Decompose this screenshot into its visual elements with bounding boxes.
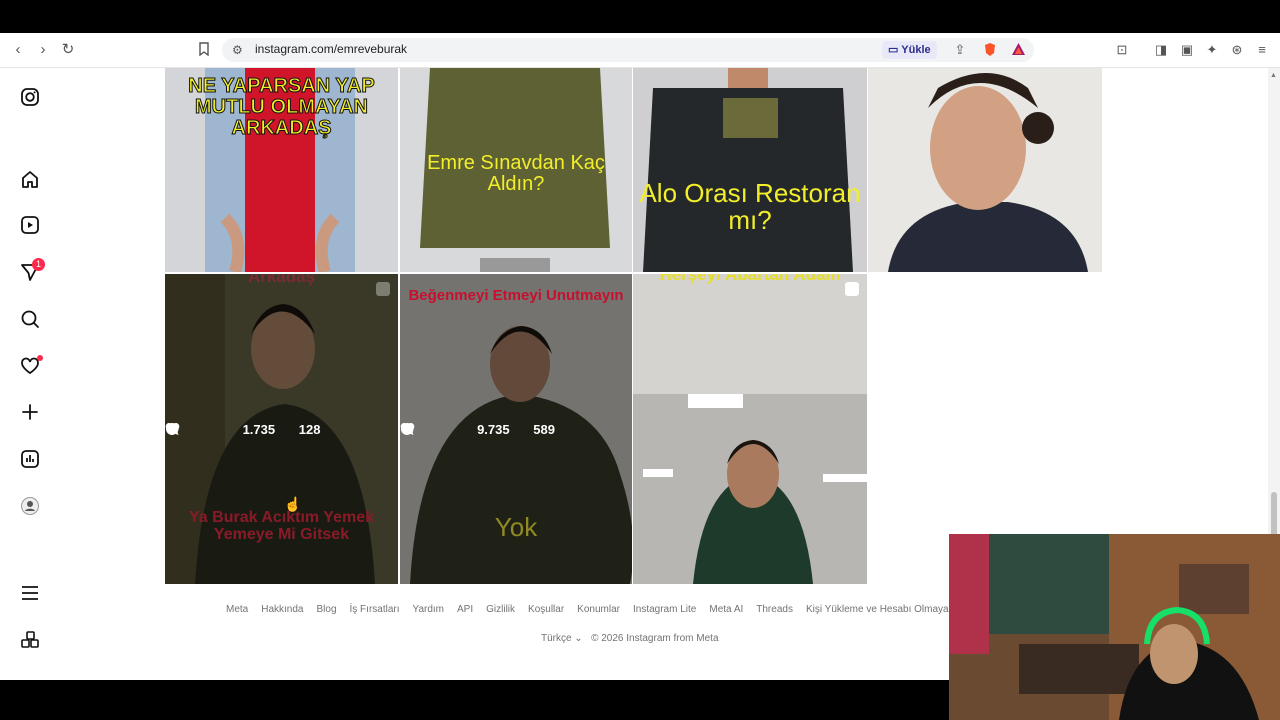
activity-dot <box>37 355 43 361</box>
comment-filled-icon <box>166 422 179 435</box>
comments-stat: 589 <box>401 422 555 437</box>
webcam-overlay <box>949 534 1280 720</box>
chevron-down-icon: ⌄ <box>574 633 583 644</box>
vpn-icon[interactable]: ⊛ <box>1229 42 1245 58</box>
post-tile-6[interactable]: Beğenmeyi Etmeyi Unutmayın Yok 9.735 589 <box>400 274 632 584</box>
comments-stat: 128 <box>166 422 320 437</box>
footer-link[interactable]: Meta AI <box>709 604 743 615</box>
post-caption-bottom: Yok <box>494 512 538 542</box>
language-select[interactable]: Türkçe ⌄ <box>541 633 583 644</box>
post-caption: Emre Sınavdan Kaç Aldın? <box>427 152 605 195</box>
apps-icon[interactable] <box>20 630 40 650</box>
profile-avatar-icon[interactable] <box>20 496 40 516</box>
footer-bottom: Türkçe ⌄ © 2026 Instagram from Meta <box>541 633 719 644</box>
bookmark-icon[interactable] <box>196 42 212 58</box>
likes-stat: 1.735 <box>165 422 275 437</box>
wallet-icon[interactable]: ▣ <box>1179 42 1195 58</box>
mouse-cursor-icon: ☝ <box>284 496 302 512</box>
top-black-bar <box>0 0 1280 33</box>
post-tile-2[interactable]: Emre Sınavdan Kaç Aldın? <box>400 68 632 272</box>
url-text: instagram.com/emreveburak <box>255 42 408 56</box>
post-tile-7[interactable]: Herşeyi Abartan Adam <box>633 274 867 584</box>
footer-link[interactable]: Hakkında <box>261 604 303 615</box>
comment-filled-icon <box>401 422 414 435</box>
footer-link[interactable]: Blog <box>316 604 336 615</box>
sidebar-toggle-icon[interactable]: ◨ <box>1153 42 1169 58</box>
upload-label: Yükle <box>901 44 931 56</box>
post-caption-top: Herşeyi Abartan Adam <box>659 274 841 284</box>
upload-button[interactable]: ▭ Yükle <box>882 41 937 59</box>
copyright-text: © 2026 Instagram from Meta <box>591 633 719 644</box>
create-plus-icon[interactable] <box>20 402 40 422</box>
back-icon[interactable]: ‹ <box>10 42 26 58</box>
notification-badge: 1 <box>32 258 45 271</box>
footer-link[interactable]: Threads <box>756 604 793 615</box>
site-info-icon[interactable]: ⚙ <box>232 43 243 57</box>
footer-links: Meta Hakkında Blog İş Fırsatları Yardım API Gi… <box>226 604 977 615</box>
footer-link[interactable]: Yardım <box>413 604 445 615</box>
footer-link[interactable]: Gizlilik <box>486 604 515 615</box>
scroll-thumb[interactable] <box>1271 492 1277 536</box>
reel-icon <box>376 282 390 296</box>
sidebar: 1 <box>0 68 60 680</box>
footer-link[interactable]: Konumlar <box>577 604 620 615</box>
likes-stat: 9.735 <box>400 422 510 437</box>
rewards-icon[interactable] <box>1010 42 1026 60</box>
search-icon[interactable] <box>20 309 40 329</box>
instagram-logo-icon[interactable] <box>20 87 40 107</box>
laptop-icon: ▭ <box>888 44 902 56</box>
post-caption: NE YAPARSAN YAP MUTLU OLMAYAN ARKADAŞ <box>188 75 375 139</box>
post-tile-3[interactable]: Alo Orası Restoran mı? <box>633 68 867 272</box>
post-tile-4[interactable] <box>868 68 1102 272</box>
menu-icon[interactable]: ≡ <box>1254 42 1270 58</box>
footer-link[interactable]: Instagram Lite <box>633 604 696 615</box>
share-icon[interactable]: ⇪ <box>952 42 968 58</box>
dashboard-icon[interactable] <box>20 449 40 469</box>
footer-link[interactable]: Kişi Yükleme ve Hesabı Olmayan K <box>806 604 964 615</box>
footer-link[interactable]: Koşullar <box>528 604 564 615</box>
browser-toolbar: ‹ › ↻ ⚙ instagram.com/emreveburak ▭ Yükl… <box>0 33 1280 68</box>
reel-icon <box>845 282 859 296</box>
post-caption: Alo Orası Restoran mı? <box>639 178 861 236</box>
footer-link[interactable]: API <box>457 604 473 615</box>
post-caption-bottom: Ya Burak Acıktım Yemek Yemeye Mi Gitsek <box>189 509 374 543</box>
forward-icon[interactable]: › <box>35 42 51 58</box>
post-tile-5[interactable]: Arkadaş Ya Burak Acıktım Yemek Yemeye Mi… <box>165 274 398 584</box>
more-menu-icon[interactable] <box>20 583 40 603</box>
footer-link[interactable]: Meta <box>226 604 248 615</box>
home-icon[interactable] <box>20 169 40 189</box>
scroll-up-icon[interactable]: ▲ <box>1270 72 1277 79</box>
post-tile-1[interactable]: NE YAPARSAN YAP MUTLU OLMAYAN ARKADAŞ <box>165 68 398 272</box>
post-caption-top: Arkadaş <box>247 274 316 286</box>
leo-ai-icon[interactable]: ✦ <box>1204 42 1220 58</box>
footer-link[interactable]: İş Fırsatları <box>350 604 400 615</box>
reels-icon[interactable] <box>20 215 40 235</box>
post-caption-top: Beğenmeyi Etmeyi Unutmayın <box>408 287 624 304</box>
post-stats: 1.735 128 <box>165 422 398 437</box>
reload-icon[interactable]: ↻ <box>60 42 76 58</box>
screenshot-icon[interactable]: ⊡ <box>1114 42 1130 58</box>
brave-shield-icon[interactable] <box>982 42 998 61</box>
post-stats: 9.735 589 <box>400 422 632 437</box>
